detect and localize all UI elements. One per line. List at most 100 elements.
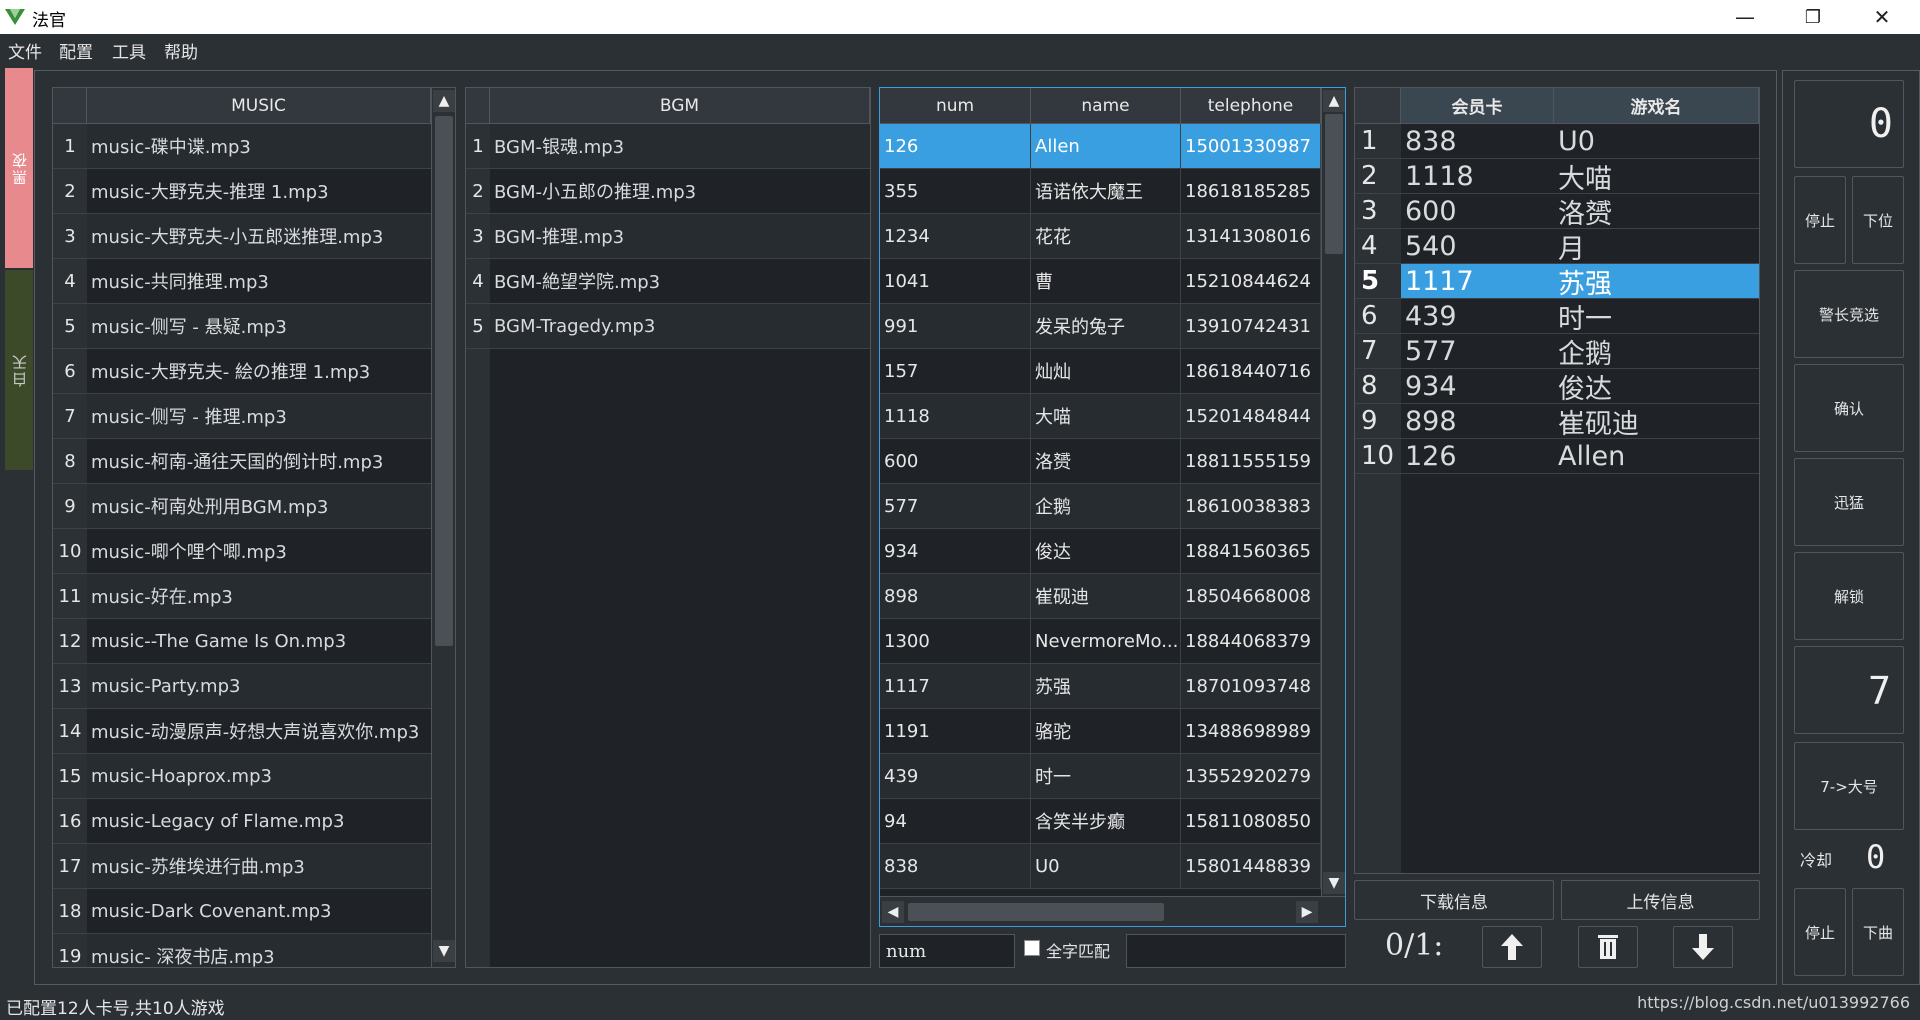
member-table-row[interactable]: 898 崔砚迪 18504668008 — [880, 574, 1321, 619]
member-cell-tel[interactable]: 13552920279 — [1181, 754, 1321, 799]
member-cell-tel[interactable]: 15001330987 — [1181, 124, 1321, 169]
member-cell-num[interactable]: 1191 — [880, 709, 1031, 754]
game-header-name[interactable]: 游戏名 — [1554, 88, 1759, 124]
scroll-up-icon[interactable]: ▲ — [1323, 90, 1345, 112]
member-table-row[interactable]: 1117 苏强 18701093748 — [880, 664, 1321, 709]
music-list-item[interactable]: music-柯南-通往天国的倒计时.mp3 — [87, 439, 431, 484]
next-song-button[interactable]: 下曲 — [1852, 888, 1904, 976]
bgm-list-item[interactable]: BGM-推理.mp3 — [490, 214, 870, 259]
member-table-row[interactable]: 1118 大喵 15201484844 — [880, 394, 1321, 439]
music-header[interactable]: MUSIC — [87, 88, 431, 124]
game-cell-card[interactable]: 1117 — [1401, 264, 1554, 299]
game-cell-name[interactable]: 时一 — [1554, 299, 1759, 334]
game-cell-card[interactable]: 439 — [1401, 299, 1554, 334]
member-table-row[interactable]: 355 语诺依大魔王 18618185285 — [880, 169, 1321, 214]
member-table-row[interactable]: 600 洛赟 18811555159 — [880, 439, 1321, 484]
member-cell-name[interactable]: NevermoreMo... — [1031, 619, 1181, 664]
member-header-name[interactable]: name — [1031, 88, 1181, 124]
member-vscroll-thumb[interactable] — [1325, 114, 1343, 254]
restore-button[interactable]: ❐ — [1783, 0, 1843, 34]
member-table-row[interactable]: 1300 NevermoreMo... 18844068379 — [880, 619, 1321, 664]
member-cell-name[interactable]: 洛赟 — [1031, 439, 1181, 484]
member-table-row[interactable]: 991 发呆的兔子 13910742431 — [880, 304, 1321, 349]
bgm-list-item[interactable]: BGM-小五郎の推理.mp3 — [490, 169, 870, 214]
member-cell-name[interactable]: 花花 — [1031, 214, 1181, 259]
member-cell-tel[interactable]: 15210844624 — [1181, 259, 1321, 304]
search-input[interactable] — [1126, 934, 1346, 968]
music-list-item[interactable]: music-苏维埃进行曲.mp3 — [87, 844, 431, 889]
member-cell-name[interactable]: 企鹅 — [1031, 484, 1181, 529]
tab-day[interactable]: 白天 — [5, 270, 33, 470]
member-cell-num[interactable]: 1300 — [880, 619, 1031, 664]
game-cell-name[interactable]: Allen — [1554, 439, 1759, 474]
game-cell-card[interactable]: 600 — [1401, 194, 1554, 229]
member-cell-tel[interactable]: 18701093748 — [1181, 664, 1321, 709]
member-cell-name[interactable]: 时一 — [1031, 754, 1181, 799]
move-down-button[interactable] — [1673, 926, 1733, 968]
member-table-row[interactable]: 157 灿灿 18618440716 — [880, 349, 1321, 394]
search-field-select[interactable]: num — [879, 934, 1015, 968]
music-list-item[interactable]: music-侧写 - 悬疑.mp3 — [87, 304, 431, 349]
member-header-telephone[interactable]: telephone — [1181, 88, 1321, 124]
game-cell-card[interactable]: 838 — [1401, 124, 1554, 159]
scroll-right-icon[interactable]: ▶ — [1296, 901, 1318, 923]
member-cell-num[interactable]: 898 — [880, 574, 1031, 619]
music-list-item[interactable]: music-Hoaprox.mp3 — [87, 754, 431, 799]
music-scroll-thumb[interactable] — [435, 116, 453, 646]
game-cell-card[interactable]: 540 — [1401, 229, 1554, 264]
menu-config[interactable]: 配置 — [59, 38, 93, 63]
music-list-item[interactable]: music-唧个哩个唧.mp3 — [87, 529, 431, 574]
member-cell-tel[interactable]: 18618185285 — [1181, 169, 1321, 214]
music-list-item[interactable]: music-好在.mp3 — [87, 574, 431, 619]
delete-button[interactable] — [1578, 926, 1638, 968]
music-list-item[interactable]: music-大野克夫-推理 1.mp3 — [87, 169, 431, 214]
member-cell-name[interactable]: 发呆的兔子 — [1031, 304, 1181, 349]
game-cell-card[interactable]: 898 — [1401, 404, 1554, 439]
music-list-item[interactable]: music--The Game Is On.mp3 — [87, 619, 431, 664]
member-cell-tel[interactable]: 18841560365 — [1181, 529, 1321, 574]
music-list-item[interactable]: music-柯南处刑用BGM.mp3 — [87, 484, 431, 529]
music-list-item[interactable]: music-共同推理.mp3 — [87, 259, 431, 304]
member-table-row[interactable]: 94 含笑半步癫 15811080850 — [880, 799, 1321, 844]
member-cell-num[interactable]: 934 — [880, 529, 1031, 574]
member-cell-num[interactable]: 1118 — [880, 394, 1031, 439]
member-cell-name[interactable]: 语诺依大魔王 — [1031, 169, 1181, 214]
fullmatch-checkbox[interactable] — [1024, 940, 1040, 956]
member-cell-name[interactable]: 崔砚迪 — [1031, 574, 1181, 619]
music-list-item[interactable]: music- 深夜书店.mp3 — [87, 934, 431, 967]
member-cell-name[interactable]: 含笑半步癫 — [1031, 799, 1181, 844]
game-header-card[interactable]: 会员卡 — [1401, 88, 1554, 124]
scroll-up-icon[interactable]: ▲ — [433, 90, 455, 112]
member-table-row[interactable]: 126 Allen 15001330987 — [880, 124, 1321, 169]
bgm-list-item[interactable]: BGM-银魂.mp3 — [490, 124, 870, 169]
member-cell-num[interactable]: 126 — [880, 124, 1031, 169]
member-cell-tel[interactable]: 15201484844 — [1181, 394, 1321, 439]
member-cell-name[interactable]: 骆驼 — [1031, 709, 1181, 754]
member-vscrollbar[interactable]: ▲ ▼ — [1321, 88, 1345, 896]
scroll-left-icon[interactable]: ◀ — [882, 901, 904, 923]
game-cell-name[interactable]: 大喵 — [1554, 159, 1759, 194]
member-cell-name[interactable]: 大喵 — [1031, 394, 1181, 439]
member-table-row[interactable]: 1191 骆驼 13488698989 — [880, 709, 1321, 754]
member-hscrollbar[interactable]: ◀ ▶ — [880, 896, 1345, 926]
close-button[interactable]: ✕ — [1852, 0, 1912, 34]
member-cell-num[interactable]: 439 — [880, 754, 1031, 799]
game-cell-name[interactable]: 苏强 — [1554, 264, 1759, 299]
member-cell-num[interactable]: 577 — [880, 484, 1031, 529]
member-header-num[interactable]: num — [880, 88, 1031, 124]
menu-help[interactable]: 帮助 — [164, 38, 198, 63]
member-cell-tel[interactable]: 13488698989 — [1181, 709, 1321, 754]
member-table-row[interactable]: 1234 花花 13141308016 — [880, 214, 1321, 259]
member-table-row[interactable]: 439 时一 13552920279 — [880, 754, 1321, 799]
member-table-row[interactable]: 838 U0 15801448839 — [880, 844, 1321, 889]
member-cell-name[interactable]: 曹 — [1031, 259, 1181, 304]
member-cell-num[interactable]: 1041 — [880, 259, 1031, 304]
game-cell-name[interactable]: 月 — [1554, 229, 1759, 264]
menu-file[interactable]: 文件 — [8, 38, 42, 63]
bgm-list-item[interactable]: BGM-絶望学院.mp3 — [490, 259, 870, 304]
music-list-item[interactable]: music-大野克夫-小五郎迷推理.mp3 — [87, 214, 431, 259]
music-list-item[interactable]: music-Party.mp3 — [87, 664, 431, 709]
game-cell-name[interactable]: 俊达 — [1554, 369, 1759, 404]
member-cell-tel[interactable]: 13141308016 — [1181, 214, 1321, 259]
music-list-item[interactable]: music-碟中谍.mp3 — [87, 124, 431, 169]
